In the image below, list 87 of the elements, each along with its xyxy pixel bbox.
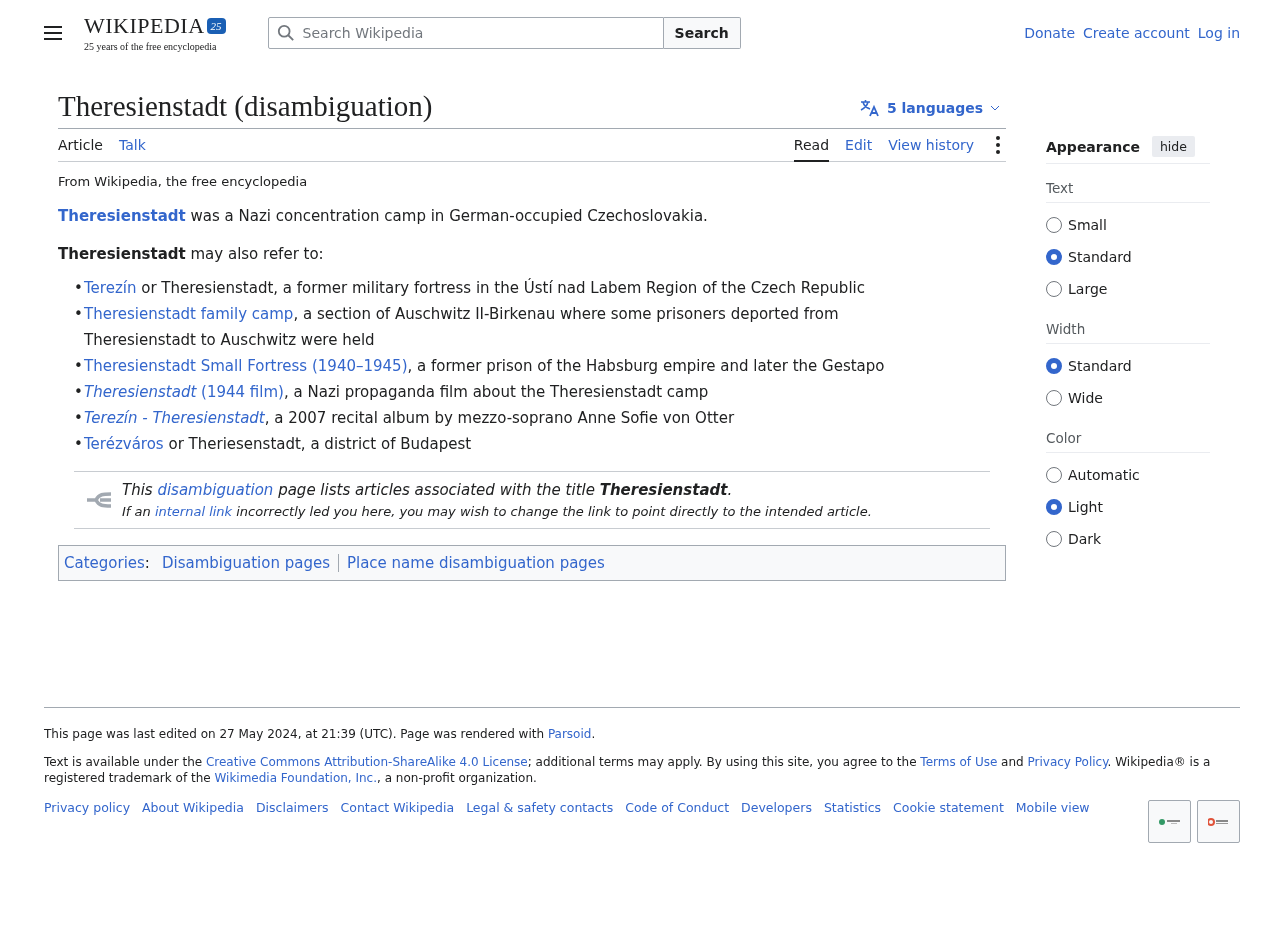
tab[interactable]: View history bbox=[888, 129, 974, 162]
chevron-down-icon bbox=[990, 105, 1000, 111]
radio-button[interactable] bbox=[1046, 467, 1062, 483]
footer-link[interactable]: Developers bbox=[741, 800, 812, 843]
footer-link[interactable]: Legal & safety contacts bbox=[466, 800, 614, 843]
footer-link[interactable]: Cookie statement bbox=[893, 800, 1004, 843]
radio-option[interactable]: Dark bbox=[1046, 523, 1210, 555]
wikimedia-badge-icon[interactable] bbox=[1148, 800, 1191, 843]
list-item: Theresienstadt family camp, a section of Auschwitz II-Birkenau where some prisoners deported from Theresienstadt to Auschwitz were held bbox=[84, 304, 840, 351]
radio-option[interactable]: Standard bbox=[1046, 350, 1210, 382]
menu-icon[interactable] bbox=[44, 26, 62, 40]
footer-link[interactable]: About Wikipedia bbox=[142, 800, 244, 843]
list-item: Terezín or Theresienstadt, a former military fortress in the Ústí nad Labem Region of the Czech Republic bbox=[84, 277, 865, 299]
tab[interactable]: Read bbox=[793, 129, 830, 162]
footer-link[interactable]: Disclaimers bbox=[255, 800, 329, 843]
bullet: • bbox=[74, 356, 80, 377]
paragraph: Theresienstadt was a Nazi concentration camp in German-occupied Czechoslovakia. bbox=[58, 206, 709, 227]
footer-link[interactable]: Statistics bbox=[823, 800, 882, 843]
tab[interactable]: Article bbox=[58, 129, 103, 162]
link[interactable]: Privacy Policy bbox=[1027, 755, 1108, 769]
page-title: Theresienstadt (disambiguation) bbox=[58, 89, 433, 124]
link[interactable]: Terezín bbox=[84, 279, 137, 297]
radio-button[interactable] bbox=[1046, 249, 1062, 265]
footer-link[interactable]: Code of Conduct bbox=[625, 800, 730, 843]
header-link[interactable]: Log in bbox=[1197, 25, 1240, 41]
category-link[interactable]: Disambiguation pages bbox=[157, 554, 338, 572]
list-item: Terézváros or Theriesenstadt, a district of Budapest bbox=[84, 434, 472, 455]
link[interactable]: Wikimedia Foundation, Inc. bbox=[214, 771, 378, 785]
footer-link[interactable]: Privacy policy bbox=[44, 800, 131, 843]
link[interactable]: internal link bbox=[154, 504, 233, 519]
link[interactable]: Creative Commons Attribution-ShareAlike 4.0 License bbox=[205, 755, 528, 769]
search-button[interactable]: Search bbox=[663, 17, 741, 49]
bullet: • bbox=[74, 304, 80, 325]
link[interactable]: Terezín - Theresienstadt bbox=[84, 409, 265, 427]
footer-link[interactable]: Mobile view bbox=[1015, 800, 1090, 843]
radio-option[interactable]: Large bbox=[1046, 273, 1210, 305]
link[interactable]: disambiguation bbox=[157, 481, 274, 499]
list-item: Terezín - Theresienstadt, a 2007 recital album by mezzo-soprano Anne Sofie von Otter bbox=[84, 408, 735, 429]
radio-option[interactable]: Small bbox=[1046, 209, 1210, 241]
tab[interactable]: Talk bbox=[118, 129, 146, 162]
languages-button[interactable]: 5 languages bbox=[853, 98, 1006, 118]
group-label: Color bbox=[1046, 414, 1210, 453]
translate-icon bbox=[859, 99, 880, 117]
list-item: Theresienstadt Small Fortress (1940–1945), a former prison of the Habsburg empire and later the Gestapo bbox=[84, 356, 885, 377]
panel-title: Appearance bbox=[1046, 138, 1140, 155]
radio-button[interactable] bbox=[1046, 217, 1062, 233]
colon: : bbox=[144, 554, 150, 572]
radio-option[interactable]: Light bbox=[1046, 491, 1210, 523]
radio-button[interactable] bbox=[1046, 390, 1062, 406]
wordmark[interactable]: WIKIPEDIA bbox=[84, 14, 205, 38]
bullet: • bbox=[74, 382, 80, 403]
radio-button[interactable] bbox=[1046, 531, 1062, 547]
link[interactable]: Terms of Use bbox=[920, 755, 998, 769]
hatnote-text: This disambiguation page lists articles associated with the title Theresienstadt. bbox=[122, 480, 734, 501]
bullet: • bbox=[74, 434, 80, 455]
footer-text: Text is available under the Creative Commons Attribution-ShareAlike 4.0 License; additional terms may apply. By using this site, you agree to the Terms of Use and Privacy Policy. Wikipedia® is a registered trademark of the Wikimedia Foundation, Inc., a non-profit organization. bbox=[44, 754, 1212, 786]
hatnote-text: If an internal link incorrectly led you here, you may wish to change the link to point directly to the intended article. bbox=[122, 503, 872, 521]
puzzle-logo: 25 bbox=[206, 18, 226, 34]
tagline: 25 years of the free encyclopedia bbox=[84, 41, 218, 52]
list-item: Theresienstadt (1944 film), a Nazi propaganda film about the Theresienstadt camp bbox=[84, 382, 709, 403]
paragraph: Theresienstadt may also refer to: bbox=[58, 244, 325, 265]
radio-button[interactable] bbox=[1046, 499, 1062, 515]
radio-button[interactable] bbox=[1046, 281, 1062, 297]
link[interactable]: Theresienstadt bbox=[58, 207, 186, 225]
bullet: • bbox=[74, 408, 80, 429]
footer-link[interactable]: Contact Wikipedia bbox=[340, 800, 455, 843]
link[interactable]: Theresienstadt family camp bbox=[84, 305, 294, 323]
radio-option[interactable]: Standard bbox=[1046, 241, 1210, 273]
hide-button[interactable]: hide bbox=[1151, 136, 1195, 157]
header-link[interactable]: Donate bbox=[1024, 25, 1076, 41]
radio-option[interactable]: Automatic bbox=[1046, 459, 1210, 491]
tagline: From Wikipedia, the free encyclopedia bbox=[58, 174, 309, 189]
group-label: Text bbox=[1046, 164, 1210, 203]
search-field[interactable]: Search Wikipedia bbox=[267, 17, 664, 49]
radio-option[interactable]: Wide bbox=[1046, 382, 1210, 414]
mediawiki-badge-icon[interactable] bbox=[1197, 800, 1240, 843]
category-link[interactable]: Place name disambiguation pages bbox=[337, 554, 613, 572]
link[interactable]: Theresienstadt Small Fortress (1940–1945) bbox=[84, 357, 408, 375]
footer-text: This page was last edited on 27 May 2024, at 21:39 (UTC). Page was rendered with Parsoid. bbox=[44, 726, 597, 742]
header-link[interactable]: Create account bbox=[1083, 25, 1190, 41]
tab[interactable]: Edit bbox=[845, 129, 873, 162]
link[interactable]: Categories bbox=[64, 554, 145, 572]
link[interactable]: Theresienstadt (1944 film) bbox=[84, 383, 284, 401]
group-label: Width bbox=[1046, 305, 1210, 344]
radio-button[interactable] bbox=[1046, 358, 1062, 374]
link[interactable]: Terézváros bbox=[84, 435, 164, 453]
bullet: • bbox=[74, 278, 80, 299]
